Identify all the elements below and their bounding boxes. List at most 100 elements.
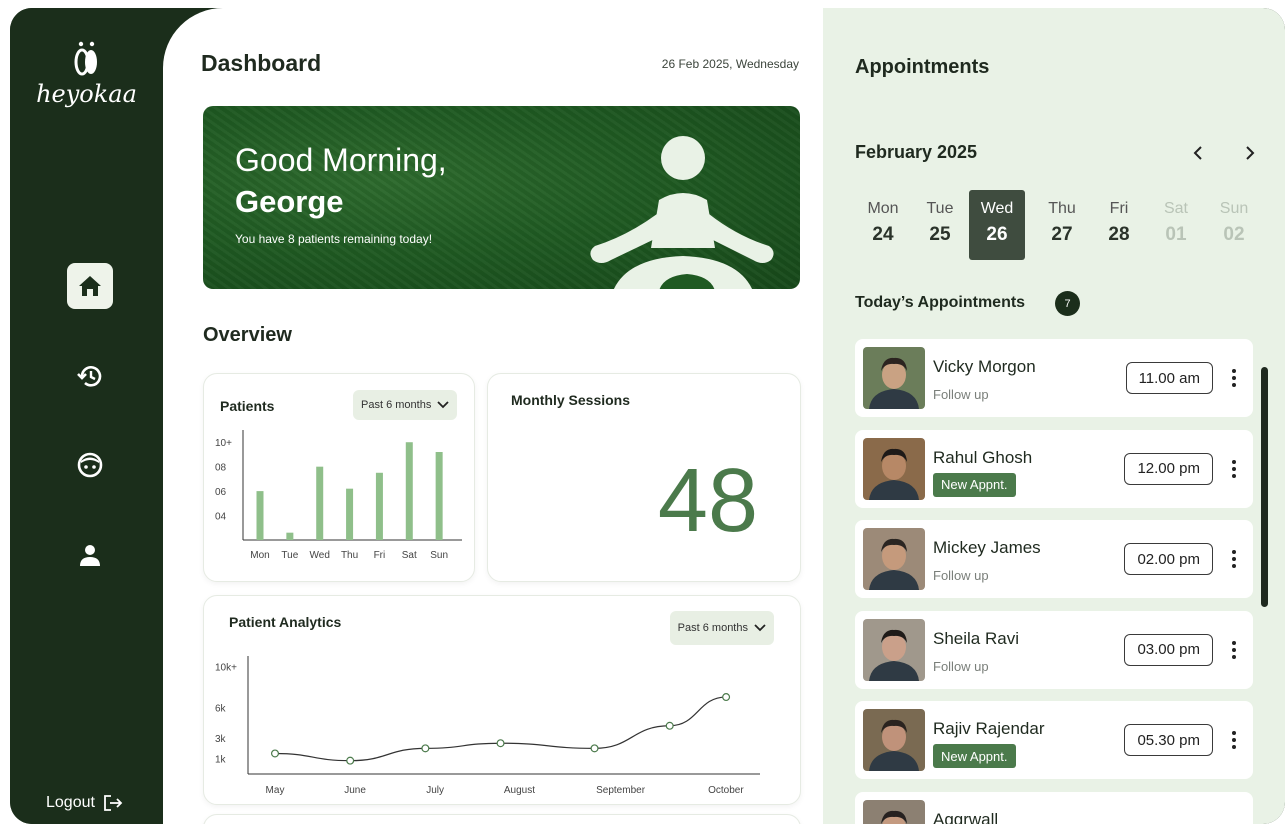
appointment-row[interactable]: Sheila Ravi Follow up 03.00 pm [855,610,1253,689]
meditation-figure-icon [590,136,774,289]
more-options-icon[interactable] [1229,548,1239,570]
x-tick-label: October [708,785,744,796]
x-tick-label: Wed [310,550,330,561]
calendar-day-sat[interactable]: Sat 01 [1148,190,1204,260]
more-options-icon[interactable] [1229,367,1239,389]
overview-title: Overview [203,324,292,346]
patients-period-select[interactable]: Past 6 months [353,390,458,420]
y-tick-label: 10+ [215,438,232,449]
appointment-time-button[interactable]: 11.00 am [1125,362,1213,394]
y-tick-label: 08 [215,463,227,474]
person-photo-icon [863,709,925,771]
appointment-time-button[interactable]: 12.00 pm [1124,452,1213,485]
logo-text: heyokaa [36,80,137,108]
appointment-time-button[interactable]: 05.30 pm [1124,724,1213,756]
y-tick-label: 04 [215,512,227,523]
data-point [590,744,599,753]
chevron-down-icon [754,624,766,632]
sidebar-item-mood[interactable] [67,442,113,488]
next-week-button[interactable] [1240,143,1260,163]
calendar-day-sun[interactable]: Sun 02 [1206,190,1262,260]
person-photo-icon [863,618,925,681]
greeting-banner: Good Morning, George You have 8 patients… [203,106,800,289]
day-name: Thu [1048,200,1076,217]
patient-name: Mickey James [933,538,1041,557]
new-appointment-badge: New Appnt. [933,472,1016,497]
y-tick-label: 10k+ [215,662,237,673]
prev-week-button[interactable] [1188,143,1208,163]
bar [256,491,264,540]
day-name: Tue [926,200,954,217]
day-number: 27 [1051,224,1073,245]
sidebar-item-history[interactable] [67,353,113,399]
appointment-row[interactable]: Vicky Morgon Follow up 11.00 am [855,339,1253,417]
x-tick-label: August [504,785,535,796]
patient-name: Rahul Ghosh [933,447,1033,467]
calendar-day-wed[interactable]: Wed 26 [969,190,1025,260]
appointments-title: Appointments [855,56,990,78]
bar [286,532,294,540]
person-photo-icon [863,799,925,824]
appointment-row[interactable]: Rajiv Rajendar New Appnt. 05.30 pm [855,701,1253,779]
day-number: 28 [1108,224,1130,245]
appointment-row[interactable]: Rahul Ghosh New Appnt. 12.00 pm [855,429,1253,508]
greeting-subtitle: You have 8 patients remaining today! [235,232,433,246]
avatar [863,347,925,409]
logout-icon [104,795,123,811]
history-icon [77,366,102,387]
x-tick-label: Sun [430,550,448,561]
day-number: 26 [986,224,1008,245]
patient-analytics-card: Patient Analytics Past 6 months 1k 3k 6k 10… [203,595,801,805]
calendar-day-thu[interactable]: Thu 27 [1034,190,1090,260]
day-name: Fri [1109,200,1129,217]
logout-label: Logout [46,794,95,811]
x-tick-label: July [426,785,444,796]
more-options-icon[interactable] [1229,729,1239,751]
greeting-text: Good Morning, [235,142,447,178]
analytics-period-select[interactable]: Past 6 months [669,611,774,645]
bar [346,488,354,540]
sessions-card-title: Monthly Sessions [511,392,631,408]
chevron-left-icon [1193,146,1202,160]
appointment-time-button[interactable]: 03.00 pm [1124,633,1213,666]
monthly-sessions-card: Monthly Sessions 48 [487,373,801,582]
sidebar-item-home[interactable] [67,263,113,309]
sidebar-item-profile[interactable] [67,532,113,578]
data-point [270,749,279,758]
y-tick-label: 1k [215,755,227,766]
avatar [863,709,925,771]
more-options-icon[interactable] [1229,639,1239,661]
analytics-card-title: Patient Analytics [229,614,342,630]
face-icon [77,452,103,478]
y-tick-label: 06 [215,487,227,498]
day-name: Mon [867,200,899,217]
y-tick-label: 6k [215,703,227,714]
y-tick-label: 3k [215,734,227,745]
x-tick-label: Mon [250,550,269,561]
sidebar: heyokaa Logout [10,8,163,824]
appointments-scrollbar[interactable] [1261,367,1268,607]
data-point [722,693,731,702]
appointment-row[interactable]: Mickey James Follow up 02.00 pm [855,520,1253,598]
calendar-day-mon[interactable]: Mon 24 [855,190,911,260]
person-photo-icon [863,437,925,500]
appointment-time-button[interactable]: 02.00 pm [1124,543,1213,575]
logout-button[interactable]: Logout [46,794,123,812]
user-icon [80,545,100,566]
current-date: 26 Feb 2025, Wednesday [661,57,799,71]
x-tick-label: Sat [402,550,417,561]
logo-mark-icon [74,41,97,76]
appointment-type: Follow up [933,568,989,583]
calendar-day-tue[interactable]: Tue 25 [912,190,968,260]
main-content: Dashboard 26 Feb 2025, Wednesday Good Mo… [163,8,823,824]
x-tick-label: May [266,785,285,796]
more-options-icon[interactable] [1229,458,1239,480]
appointment-row[interactable]: Aggrwall [855,791,1253,824]
appointment-type: Follow up [933,658,989,674]
calendar-day-fri[interactable]: Fri 28 [1091,190,1147,260]
data-point [496,739,505,748]
analytics-period-value: Past 6 months [677,622,748,634]
patient-name: Sheila Ravi [933,628,1019,648]
day-number: 24 [872,224,894,245]
patients-card: Patients Past 6 months 04 06 08 10+ Mon Tue We… [203,373,475,582]
